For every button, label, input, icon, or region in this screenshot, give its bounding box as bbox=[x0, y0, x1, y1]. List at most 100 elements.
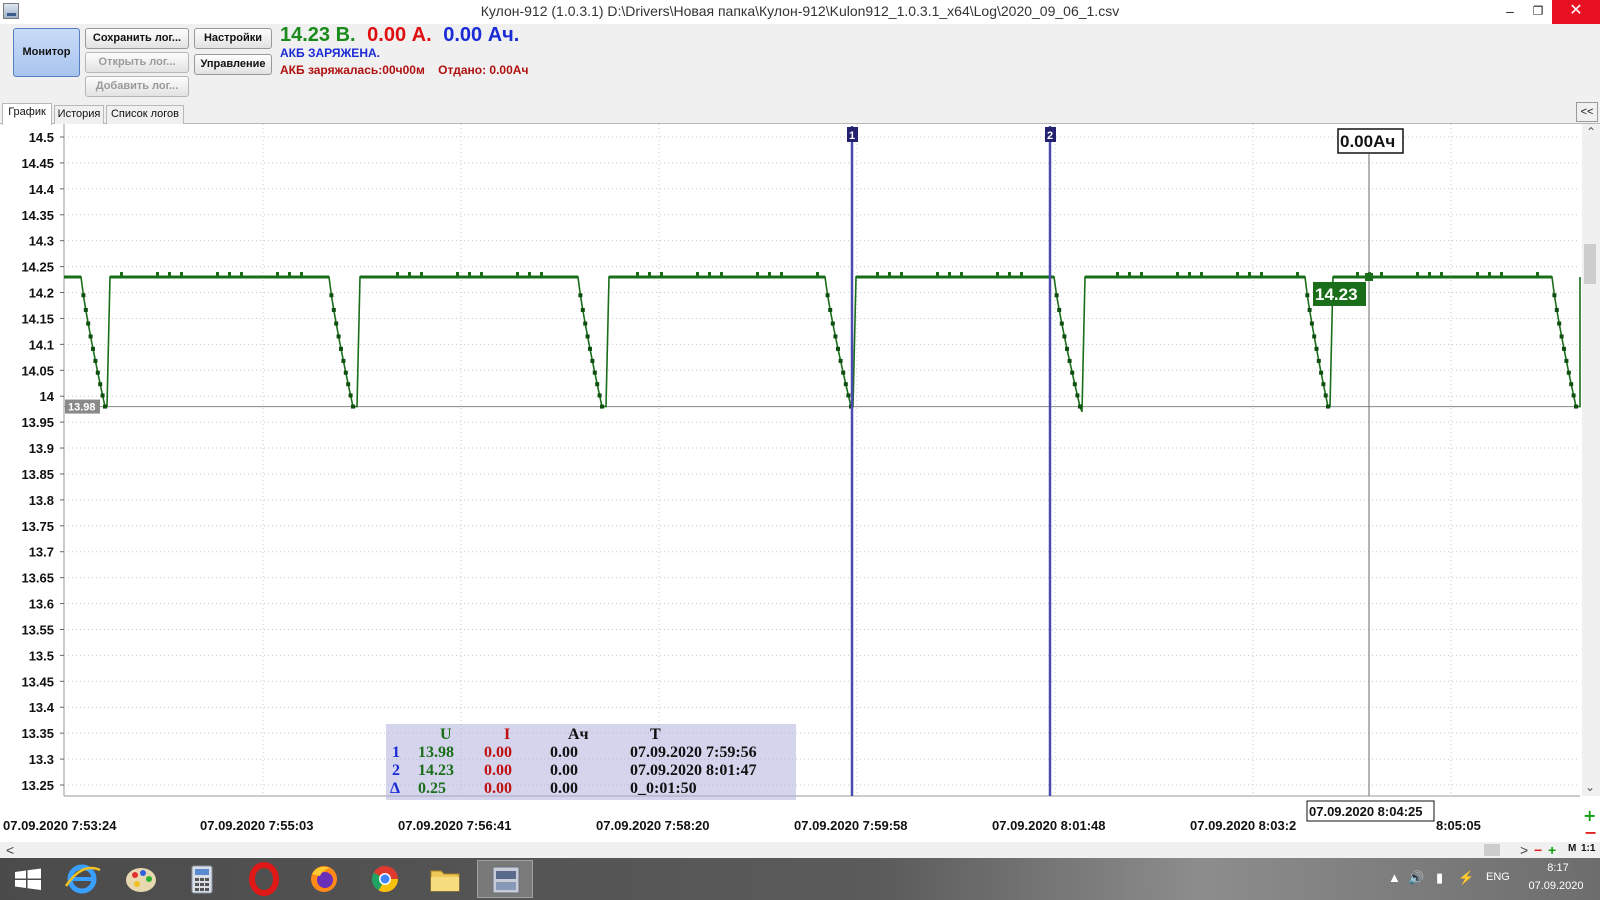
charging-time: АКБ заряжалась:00ч00м bbox=[280, 63, 425, 77]
data-point-marker bbox=[1488, 271, 1491, 276]
language-indicator[interactable]: ENG bbox=[1486, 871, 1510, 883]
mode-m-button[interactable]: M bbox=[1568, 843, 1576, 854]
data-point-marker bbox=[1440, 271, 1443, 276]
min-label: 13.98 bbox=[68, 402, 96, 414]
data-point-marker bbox=[1309, 321, 1314, 326]
tab-log-list[interactable]: Список логов bbox=[106, 105, 184, 124]
pointer-time-label: 07.09.2020 8:04:25 bbox=[1309, 804, 1422, 819]
chrome-icon bbox=[371, 866, 399, 893]
current-reading: 0.00 А. bbox=[367, 24, 432, 46]
data-point-marker bbox=[1008, 271, 1011, 276]
y-tick-label: 14.5 bbox=[29, 130, 54, 145]
horizontal-scrollbar[interactable]: < > − + M 1:1 bbox=[0, 842, 1600, 858]
capacity-reading: 0.00 Ач. bbox=[443, 24, 520, 46]
data-point-marker bbox=[1140, 271, 1143, 276]
cursor-row-2-id: 2 bbox=[392, 762, 400, 779]
data-point-marker bbox=[588, 346, 592, 351]
data-point-marker bbox=[888, 271, 891, 276]
data-point-marker bbox=[228, 271, 231, 276]
cursor-row-1-u: 13.98 bbox=[418, 744, 454, 761]
y-tick-label: 13.95 bbox=[21, 415, 54, 430]
taskbar-opera[interactable] bbox=[236, 860, 292, 898]
taskbar-paint[interactable] bbox=[113, 860, 169, 898]
clock-time[interactable]: 8:17 bbox=[1530, 862, 1586, 874]
y-tick-label: 13.8 bbox=[29, 493, 54, 508]
voltage-chart[interactable]: 14.5 14.45 14.4 14.35 14.3 14.25 14.2 14.15 14.1… bbox=[0, 124, 1600, 842]
data-point-marker bbox=[843, 382, 848, 387]
taskbar-firefox[interactable] bbox=[296, 860, 352, 898]
scroll-left-button[interactable]: < bbox=[6, 842, 14, 858]
monitor-button[interactable]: Монитор bbox=[13, 28, 80, 77]
zoom-in-x-button[interactable]: + bbox=[1548, 842, 1556, 858]
add-log-button[interactable]: Добавить лог... bbox=[85, 76, 189, 97]
voltage-reading: 14.23 В. bbox=[280, 24, 356, 46]
data-point-marker bbox=[936, 271, 939, 276]
cursor-table-header-i: I bbox=[504, 726, 511, 743]
collapse-panel-button[interactable]: << bbox=[1576, 102, 1598, 122]
data-point-marker bbox=[1236, 271, 1239, 276]
tray-overflow-icon[interactable]: ▲ bbox=[1388, 870, 1401, 885]
data-point-marker bbox=[1248, 271, 1251, 276]
data-point-marker bbox=[1316, 358, 1321, 363]
x-tick-label: 8:05:05 bbox=[1436, 818, 1481, 833]
taskbar-calculator[interactable] bbox=[174, 860, 230, 898]
volume-icon[interactable]: 🔊 bbox=[1408, 870, 1424, 886]
data-point-marker bbox=[780, 271, 783, 276]
settings-button[interactable]: Настройки bbox=[194, 28, 272, 49]
data-point-marker bbox=[825, 293, 830, 298]
zoom-out-x-button[interactable]: − bbox=[1534, 842, 1542, 858]
data-point-marker bbox=[81, 293, 86, 298]
x-tick-label: 07.09.2020 7:58:20 bbox=[596, 818, 709, 833]
x-tick-label: 07.09.2020 8:03:2 bbox=[1190, 818, 1296, 833]
y-tick-label: 14.05 bbox=[21, 363, 54, 378]
battery-charged-status: АКБ ЗАРЯЖЕНА. bbox=[280, 46, 380, 60]
data-point-marker bbox=[708, 271, 711, 276]
close-button[interactable]: ✕ bbox=[1552, 0, 1600, 24]
y-tick-label: 13.35 bbox=[21, 726, 54, 741]
data-point-marker bbox=[1559, 334, 1564, 339]
data-point-marker bbox=[1562, 346, 1566, 351]
app-window: Кулон-912 (1.0.3.1) D:\Drivers\Новая пап… bbox=[0, 0, 1600, 900]
data-point-marker bbox=[329, 293, 334, 298]
taskbar-ie[interactable] bbox=[54, 860, 110, 898]
data-point-marker bbox=[600, 404, 604, 409]
start-button[interactable] bbox=[0, 860, 56, 898]
network-icon[interactable]: ▮ bbox=[1436, 870, 1443, 886]
data-point-marker bbox=[583, 321, 588, 326]
data-point-marker bbox=[300, 271, 303, 276]
data-point-marker bbox=[339, 346, 343, 351]
y-tick-label: 14.4 bbox=[29, 182, 55, 197]
chart-canvas[interactable]: 14.5 14.45 14.4 14.35 14.3 14.25 14.2 14.15 14.1… bbox=[0, 124, 1600, 842]
cursor-row-1-ah: 0.00 bbox=[550, 744, 578, 761]
data-point-marker bbox=[95, 370, 100, 375]
tab-graph[interactable]: График bbox=[2, 103, 52, 125]
data-point-marker bbox=[841, 370, 846, 375]
toolbar: Монитор Сохранить лог... Открыть лог... … bbox=[0, 24, 1600, 102]
power-icon[interactable]: ⚡ bbox=[1458, 870, 1474, 886]
y-tick-label: 13.7 bbox=[29, 545, 54, 560]
data-point-marker bbox=[343, 370, 348, 375]
clock-date[interactable]: 07.09.2020 bbox=[1524, 880, 1588, 892]
cursor-row-delta-ah: 0.00 bbox=[550, 780, 578, 797]
open-log-button[interactable]: Открыть лог... bbox=[85, 52, 189, 73]
data-point-marker bbox=[396, 271, 399, 276]
scale-1-1-button[interactable]: 1:1 bbox=[1581, 843, 1595, 854]
data-point-marker bbox=[768, 271, 771, 276]
data-point-marker bbox=[1552, 293, 1557, 298]
data-point-marker bbox=[828, 307, 833, 312]
save-log-button[interactable]: Сохранить лог... bbox=[85, 28, 189, 49]
scroll-right-button[interactable]: > bbox=[1520, 842, 1528, 858]
tab-history[interactable]: История bbox=[54, 105, 104, 124]
data-point-marker bbox=[900, 271, 903, 276]
kulon-app-icon bbox=[492, 866, 520, 894]
taskbar-chrome[interactable] bbox=[357, 860, 413, 898]
data-point-marker bbox=[756, 271, 759, 276]
taskbar-kulon[interactable] bbox=[477, 860, 533, 898]
data-point-marker bbox=[696, 271, 699, 276]
data-point-marker bbox=[948, 271, 951, 276]
control-button[interactable]: Управление bbox=[194, 54, 272, 75]
scroll-thumb[interactable] bbox=[1484, 844, 1500, 856]
taskbar-explorer[interactable] bbox=[417, 860, 473, 898]
data-point-marker bbox=[1500, 271, 1503, 276]
readings: 14.23 В. 0.00 А. 0.00 Ач. bbox=[280, 24, 525, 47]
